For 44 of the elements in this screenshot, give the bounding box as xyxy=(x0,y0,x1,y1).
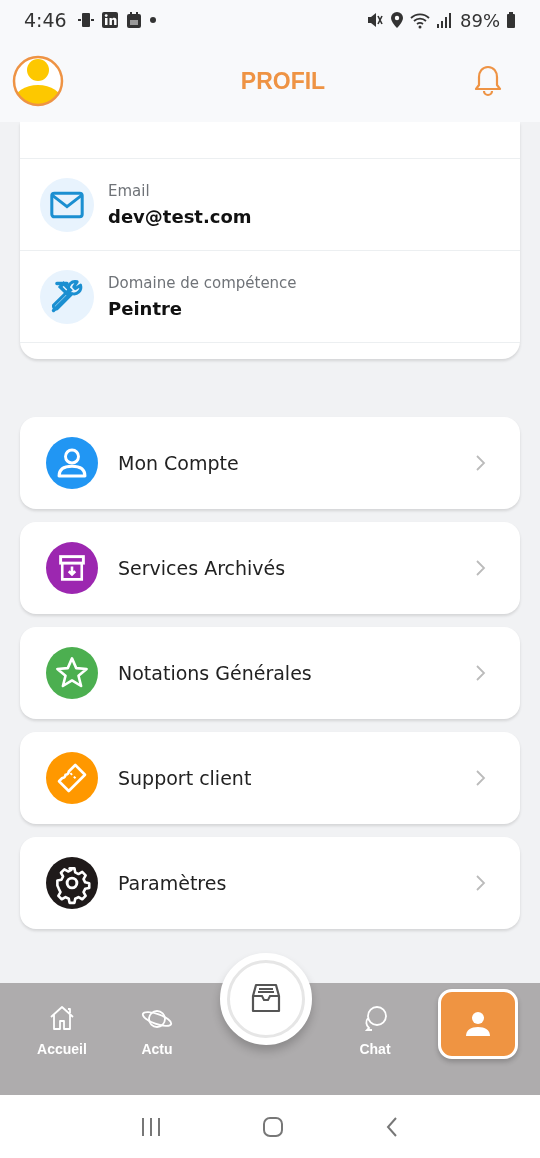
ticket-icon xyxy=(46,752,98,804)
menu-label: Mon Compte xyxy=(118,452,240,474)
menu-item[interactable]: Notations Générales xyxy=(20,627,520,719)
signal-icon xyxy=(436,11,452,29)
phone-icon xyxy=(76,11,95,29)
tools-icon xyxy=(40,269,94,324)
linkedin-icon xyxy=(100,11,119,29)
avatar-icon[interactable] xyxy=(12,55,64,107)
field-label: Email xyxy=(108,182,151,200)
menu-item[interactable]: Paramètres xyxy=(20,837,520,929)
menu-label: Services Archivés xyxy=(118,557,287,579)
profile-tab[interactable] xyxy=(438,989,518,1059)
field-value: dev@test.com xyxy=(108,206,252,227)
bell-icon[interactable] xyxy=(472,64,504,98)
field-value: Peintre xyxy=(108,298,184,319)
location-icon xyxy=(390,11,404,29)
menu-item[interactable]: Support client xyxy=(20,732,520,824)
field-label: Domaine de compétence xyxy=(108,274,297,292)
chevron-icon xyxy=(474,454,486,472)
page-title: PROFIL xyxy=(240,67,326,95)
menu-label: Notations Générales xyxy=(118,662,313,684)
menu-item[interactable]: Services Archivés xyxy=(20,522,520,614)
chevron-icon xyxy=(474,769,486,787)
person-icon xyxy=(463,1009,493,1039)
wifi-icon xyxy=(410,11,430,29)
battery-icon xyxy=(506,11,516,29)
clock-time: 4:46 xyxy=(24,9,67,31)
settings-icon xyxy=(46,857,98,909)
menu-label: Paramètres xyxy=(118,872,228,894)
archive-icon xyxy=(46,542,98,594)
battery-level: 89% xyxy=(460,9,500,31)
chevron-icon xyxy=(474,874,486,892)
calendar-icon xyxy=(124,11,143,29)
person-icon xyxy=(46,437,98,489)
mail-icon xyxy=(40,177,94,232)
chevron-icon xyxy=(474,559,486,577)
recent-apps-icon[interactable] xyxy=(139,1115,163,1138)
dot-icon xyxy=(148,16,157,24)
mute-icon xyxy=(366,11,384,29)
menu-label: Support client xyxy=(118,767,253,789)
inbox-button[interactable] xyxy=(220,953,312,1045)
chevron-icon xyxy=(474,664,486,682)
home-button-icon[interactable] xyxy=(261,1114,285,1139)
menu-item[interactable]: Mon Compte xyxy=(20,417,520,509)
